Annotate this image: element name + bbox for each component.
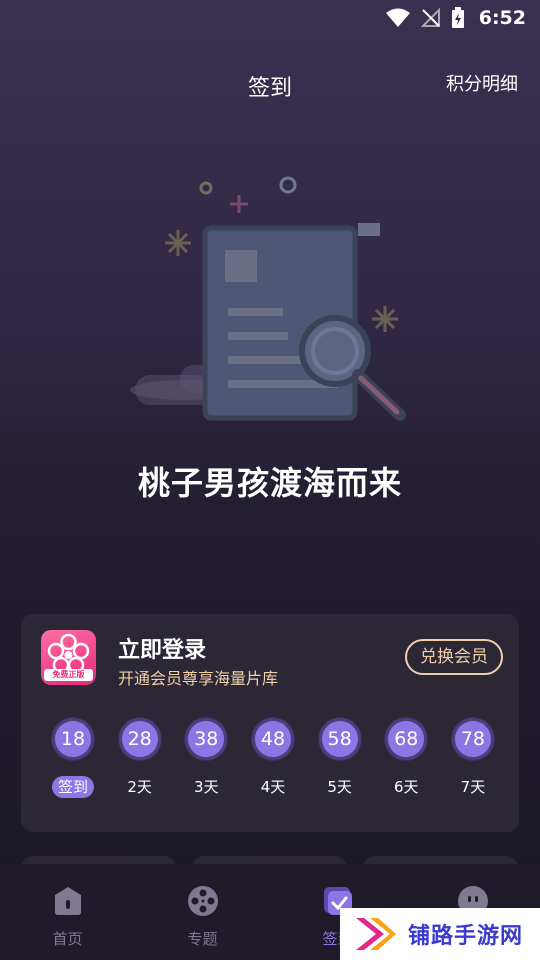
app-icon: 免费正版 bbox=[41, 630, 96, 685]
check-in-button[interactable]: 签到 bbox=[51, 776, 94, 798]
day-label: 6天 bbox=[394, 778, 419, 796]
battery-charging-icon bbox=[451, 7, 464, 28]
watermark: 铺路手游网 bbox=[340, 908, 540, 960]
check-in-day-4[interactable]: 48 4天 bbox=[245, 718, 301, 798]
day-label: 3天 bbox=[194, 778, 219, 796]
film-reel-icon bbox=[187, 886, 218, 916]
day-label: 2天 bbox=[127, 778, 152, 796]
day-label: 7天 bbox=[460, 778, 486, 796]
status-time: 6:52 bbox=[478, 7, 526, 29]
day-label: 4天 bbox=[260, 778, 286, 796]
check-in-days: 18 签到 28 2天 38 3天 48 4天 58 5天 68 6天 78 7… bbox=[45, 718, 501, 798]
check-in-day-5[interactable]: 58 5天 bbox=[312, 718, 368, 798]
day-points: 18 bbox=[52, 718, 94, 760]
nav-home-label: 首页 bbox=[52, 930, 83, 948]
nav-topics-label: 专题 bbox=[187, 930, 218, 948]
login-subtitle: 开通会员尊享海量片库 bbox=[118, 669, 279, 688]
day-points: 28 bbox=[118, 718, 161, 760]
day-label: 5天 bbox=[327, 778, 352, 796]
promo-text: 桃子男孩渡海而来 bbox=[137, 464, 402, 502]
day-points: 58 bbox=[318, 718, 361, 760]
nav-topics[interactable]: 专题 bbox=[135, 864, 270, 960]
nav-home[interactable]: 首页 bbox=[0, 864, 135, 960]
watermark-logo-icon bbox=[356, 918, 396, 950]
check-in-day-6[interactable]: 68 6天 bbox=[378, 718, 434, 798]
header: 签到 积分明细 bbox=[0, 60, 540, 108]
empty-document-illustration bbox=[130, 176, 406, 421]
sign-in-card: 免费正版 立即登录 开通会员尊享海量片库 兑换会员 18 签到 28 2天 38… bbox=[21, 614, 519, 832]
home-icon bbox=[54, 887, 81, 915]
day-points: 68 bbox=[385, 718, 428, 760]
status-bar: 6:52 bbox=[0, 0, 540, 36]
check-in-day-2[interactable]: 28 2天 bbox=[112, 718, 168, 798]
redeem-membership-button[interactable]: 兑换会员 bbox=[405, 639, 503, 675]
points-detail-link[interactable]: 积分明细 bbox=[446, 70, 518, 96]
day-points: 38 bbox=[185, 718, 228, 760]
wifi-icon bbox=[385, 8, 410, 27]
check-in-day-3[interactable]: 38 3天 bbox=[178, 718, 234, 798]
app-icon-ribbon: 免费正版 bbox=[44, 669, 93, 681]
watermark-text: 铺路手游网 bbox=[408, 924, 524, 949]
check-in-day-1[interactable]: 18 签到 bbox=[45, 718, 101, 798]
day-points: 48 bbox=[251, 718, 294, 760]
day-points: 78 bbox=[451, 718, 494, 760]
login-title[interactable]: 立即登录 bbox=[118, 632, 206, 664]
no-signal-icon bbox=[420, 8, 440, 27]
check-in-day-7[interactable]: 78 7天 bbox=[445, 718, 501, 798]
